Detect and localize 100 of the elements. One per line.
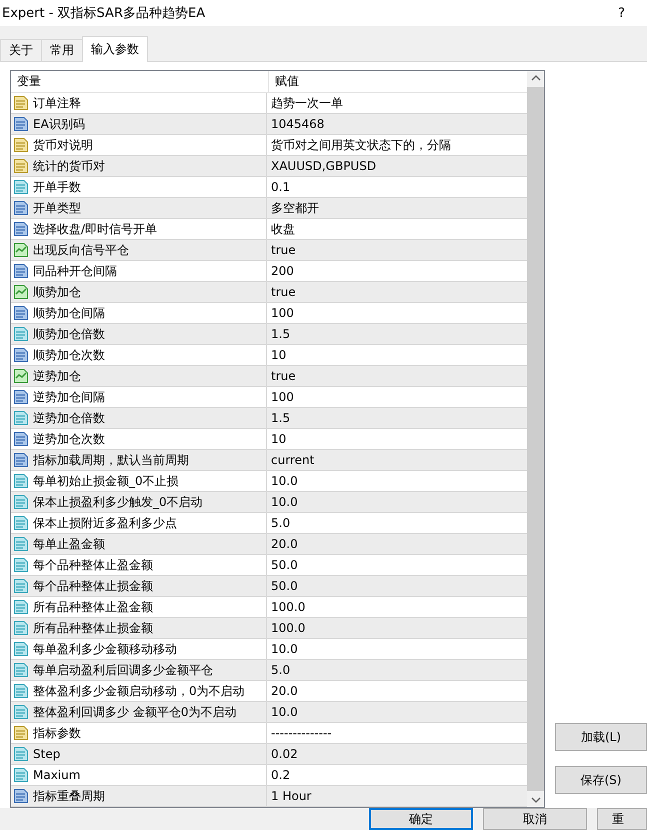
document-icon: [13, 536, 29, 552]
document-icon: [13, 515, 29, 531]
table-cell-text: 5.0: [270, 662, 292, 679]
table-cell-text: 1.5: [270, 326, 292, 343]
document-icon: [13, 221, 29, 237]
parameter-name: Maxium: [33, 768, 80, 782]
chart-line-icon: [13, 242, 29, 258]
parameter-name: 每单盈利多少金额移动移动: [33, 640, 177, 658]
table-cell-text: 1045468: [270, 116, 326, 133]
document-icon: [13, 326, 29, 342]
table-cell-text: 多空都开: [270, 200, 320, 216]
parameter-name: 货币对说明: [33, 136, 93, 154]
parameter-name: 每个品种整体止盈金额: [33, 556, 153, 574]
document-icon: [13, 116, 29, 132]
table-cell-text: 0.02: [270, 746, 299, 763]
document-icon: [13, 767, 29, 783]
table-cell-text: 100: [270, 389, 295, 406]
table-cell-text: 10: [270, 431, 288, 448]
table-cell-text: 100: [270, 305, 295, 322]
parameter-name: 顺势加仓次数: [33, 346, 105, 364]
table-cell-text: 趋势一次一单: [270, 94, 344, 112]
parameter-name: 逆势加仓: [33, 368, 81, 384]
document-icon: [13, 179, 29, 195]
table-cell-text: 货币对之间用英文状态下的，分隔: [270, 136, 452, 154]
table-cell-text: 200: [270, 263, 295, 280]
table-cell-text: 100.0: [270, 620, 306, 637]
document-icon: [13, 557, 29, 573]
parameter-name: 保本止损盈利多少触发_0不启动: [33, 494, 203, 510]
table-cell-text: 10.0: [270, 704, 299, 721]
table-cell-text: true: [270, 368, 297, 385]
chart-line-icon: [13, 284, 29, 300]
side-button[interactable]: 保存(S): [555, 766, 647, 794]
document-icon: [13, 494, 29, 510]
tab[interactable]: 输入参数: [82, 36, 148, 62]
parameter-name: 每单初始止损金额_0不止损: [33, 472, 179, 490]
parameter-name: 所有品种整体止损金额: [33, 620, 153, 636]
side-button[interactable]: 加载(L): [555, 723, 647, 751]
document-icon: [13, 347, 29, 363]
table-cell-text: 10: [270, 347, 288, 364]
dialog-button[interactable]: 重: [597, 808, 647, 830]
document-icon: [13, 746, 29, 762]
parameter-name: 所有品种整体止盈金额: [33, 598, 153, 616]
parameter-name: 顺势加仓: [33, 284, 81, 300]
document-icon: [13, 704, 29, 720]
document-icon: [13, 788, 29, 804]
document-icon: [13, 410, 29, 426]
window-title: Expert - 双指标SAR多品种趋势EA: [2, 5, 206, 22]
parameter-name: 整体盈利回调多少 金额平仓0为不启动: [33, 704, 236, 720]
parameter-name: 顺势加仓间隔: [33, 304, 105, 322]
table-cell-text: --------------: [270, 725, 333, 742]
table-cell-text: current: [270, 452, 316, 469]
dialog-button[interactable]: 确定: [369, 808, 473, 830]
document-icon: [13, 305, 29, 321]
chart-line-icon: [13, 368, 29, 384]
document-icon: [13, 473, 29, 489]
parameter-name: 同品种开仓间隔: [33, 262, 117, 280]
table-cell-text: 收盘: [270, 220, 296, 238]
dialog-button[interactable]: 取消: [483, 808, 587, 830]
parameter-name: EA识别码: [33, 116, 85, 132]
document-icon: [13, 683, 29, 699]
help-button[interactable]: ?: [618, 6, 625, 20]
document-icon: [13, 662, 29, 678]
parameter-name: 保本止损附近多盈利多少点: [33, 514, 177, 532]
table-cell-text: 0.2: [270, 767, 292, 784]
parameter-name: 统计的货币对: [33, 158, 105, 174]
document-icon: [13, 263, 29, 279]
parameter-name: 逆势加仓倍数: [33, 410, 105, 426]
table-cell-text: 1 Hour: [270, 788, 312, 805]
parameter-name: 每个品种整体止损金额: [33, 578, 153, 594]
table-cell-text: 10.0: [270, 641, 299, 658]
parameter-name: 每单启动盈利后回调多少金额平仓: [33, 662, 213, 678]
document-icon: [13, 95, 29, 111]
table-cell-text: 50.0: [270, 578, 299, 595]
parameter-name: 指标加载周期，默认当前周期: [33, 452, 189, 468]
table-cell-text: 1.5: [270, 410, 292, 427]
parameter-name: 出现反向信号平仓: [33, 242, 129, 258]
parameter-name: 每单止盈金额: [33, 536, 105, 552]
table-cell-text: 100.0: [270, 599, 306, 616]
document-icon: [13, 599, 29, 615]
parameter-name: 顺势加仓倍数: [33, 326, 105, 342]
table-cell-text: true: [270, 284, 297, 301]
parameter-name: 订单注释: [33, 94, 81, 112]
parameter-name: 逆势加仓次数: [33, 430, 105, 448]
table-cell-text: 10.0: [270, 494, 299, 511]
parameter-name: 选择收盘/即时信号开单: [33, 220, 158, 238]
document-icon: [13, 641, 29, 657]
column-header: 变量: [11, 71, 269, 92]
column-header: 赋值: [274, 73, 299, 90]
document-icon: [13, 200, 29, 216]
table-cell-text: true: [270, 242, 297, 259]
table-cell-text: 5.0: [270, 515, 292, 532]
table-cell-text: 0.1: [270, 179, 292, 196]
document-icon: [13, 725, 29, 741]
document-icon: [13, 578, 29, 594]
parameter-name: 指标参数: [33, 724, 81, 742]
table-cell-text: 50.0: [270, 557, 299, 574]
table-cell-text: 10.0: [270, 473, 299, 490]
parameter-name: 开单手数: [33, 178, 81, 196]
tab[interactable]: 关于: [0, 39, 42, 61]
scrollbar[interactable]: [527, 71, 544, 807]
